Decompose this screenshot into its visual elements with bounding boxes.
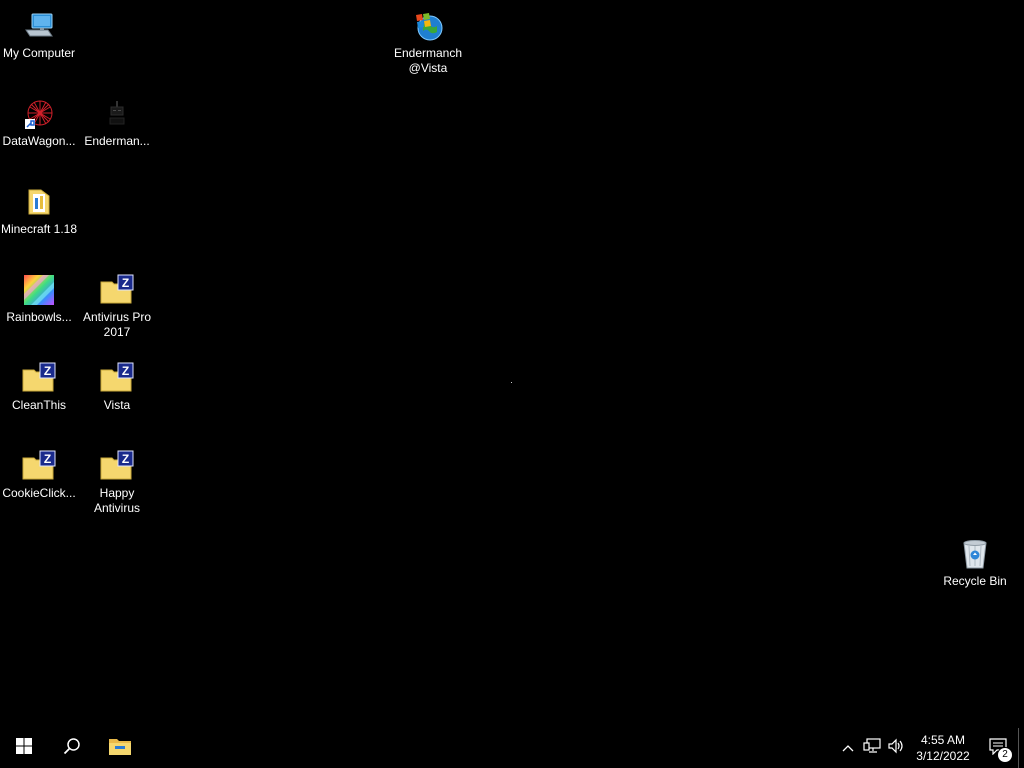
svg-text:Z: Z (122, 276, 129, 290)
icon-label: Recycle Bin (943, 574, 1007, 588)
search-icon (63, 737, 81, 760)
desktop-icon-minecraft[interactable]: Minecraft 1.18 (0, 182, 78, 237)
desktop: My Computer Endermanch @Vista DataWagon.… (0, 0, 1024, 728)
desktop-icon-endermanch-vista[interactable]: Endermanch @Vista (389, 6, 467, 76)
zip-folder-icon: Z (99, 448, 135, 484)
start-button[interactable] (0, 728, 48, 768)
show-hidden-icons-button[interactable] (836, 728, 860, 768)
clock-date: 3/12/2022 (916, 749, 970, 763)
recycle-bin-icon (957, 536, 993, 572)
desktop-icon-endermanch-shortcut[interactable]: Enderman... (78, 94, 156, 149)
windows-logo-icon (16, 737, 32, 759)
svg-text:Z: Z (44, 364, 51, 378)
icon-label: CleanThis (11, 398, 67, 412)
search-button[interactable] (48, 728, 96, 768)
network-icon (863, 737, 881, 759)
desktop-icon-recycle-bin[interactable]: Recycle Bin (936, 534, 1014, 589)
desktop-icon-my-computer[interactable]: My Computer (0, 6, 78, 61)
svg-text:Z: Z (44, 452, 51, 466)
mouse-pointer-dot (511, 382, 512, 383)
zip-folder-icon: Z (21, 360, 57, 396)
icon-label: Vista (103, 398, 131, 412)
icon-label: CookieClick... (2, 486, 76, 500)
svg-text:Z: Z (122, 364, 129, 378)
icon-label: My Computer (2, 46, 76, 60)
rainbow-icon (21, 272, 57, 308)
computer-icon (21, 8, 57, 44)
network-button[interactable] (860, 728, 884, 768)
icon-label: Happy Antivirus (93, 486, 140, 515)
speaker-icon (887, 738, 905, 759)
svg-text:Z: Z (122, 452, 129, 466)
zip-folder-icon: Z (99, 360, 135, 396)
datawagon-icon (21, 96, 57, 132)
taskbar-clock[interactable]: 4:55 AM 3/12/2022 (908, 728, 978, 768)
zip-folder-icon: Z (99, 272, 135, 308)
enderman-icon (99, 96, 135, 132)
desktop-icon-antivirus-pro-2017[interactable]: Z Antivirus Pro 2017 (78, 270, 156, 340)
desktop-icon-cookieclick[interactable]: Z CookieClick... (0, 446, 78, 501)
icon-label: Endermanch @Vista (393, 46, 463, 75)
system-tray: 4:55 AM 3/12/2022 2 (836, 728, 1024, 768)
icon-label: Rainbowls... (6, 310, 72, 324)
volume-button[interactable] (884, 728, 908, 768)
desktop-icon-vista[interactable]: Z Vista (78, 358, 156, 413)
icon-label: Antivirus Pro 2017 (82, 310, 152, 339)
icon-label: DataWagon... (2, 134, 76, 148)
desktop-icon-datawagon[interactable]: DataWagon... (0, 94, 78, 149)
notification-count-badge: 2 (997, 747, 1013, 763)
desktop-icon-rainbowls[interactable]: Rainbowls... (0, 270, 78, 325)
clock-time: 4:55 AM (920, 733, 966, 747)
chevron-up-icon (842, 739, 854, 757)
file-explorer-icon (108, 736, 132, 761)
minecraft-folder-icon (21, 184, 57, 220)
desktop-icon-happy-antivirus[interactable]: Z Happy Antivirus (78, 446, 156, 516)
show-desktop-button[interactable] (1018, 728, 1024, 768)
taskbar: 4:55 AM 3/12/2022 2 (0, 728, 1024, 768)
icon-label: Minecraft 1.18 (0, 222, 78, 236)
zip-folder-icon: Z (21, 448, 57, 484)
desktop-icon-cleanthis[interactable]: Z CleanThis (0, 358, 78, 413)
icon-label: Enderman... (84, 134, 150, 148)
file-explorer-button[interactable] (96, 728, 144, 768)
vista-globe-icon (410, 8, 446, 44)
action-center-button[interactable]: 2 (978, 728, 1018, 768)
